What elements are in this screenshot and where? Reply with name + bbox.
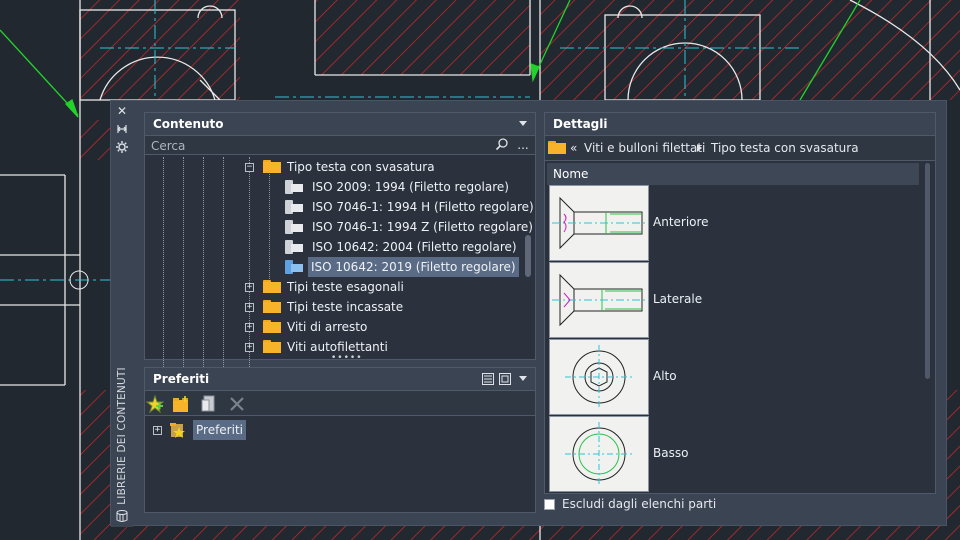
search-options-button[interactable]: ... — [513, 137, 533, 154]
folder-icon — [263, 300, 281, 313]
collapse-icon[interactable]: − — [245, 163, 254, 172]
bolt-icon — [285, 220, 303, 234]
expand-icon[interactable]: + — [245, 303, 254, 312]
icon-view-icon[interactable] — [499, 373, 511, 385]
breadcrumb-back[interactable]: « — [570, 136, 577, 160]
thumbnail-top — [549, 339, 649, 415]
details-panel: Dettagli « Viti e bulloni filettati Tipo… — [544, 112, 936, 494]
panel-splitter[interactable]: ••••• — [331, 354, 362, 363]
search-icon[interactable] — [492, 137, 512, 154]
auto-hide-icon[interactable] — [115, 122, 129, 136]
expand-icon[interactable]: + — [245, 323, 254, 332]
folder-icon — [263, 340, 281, 353]
search-bar: ... — [145, 135, 535, 155]
new-folder-icon[interactable] — [172, 395, 190, 413]
palette-title-bar[interactable]: ✕ LIBRERIE DEI CONTENUTI — [111, 101, 133, 527]
chevron-right-icon — [697, 144, 702, 152]
add-to-favorites-icon[interactable] — [146, 395, 164, 413]
favorites-panel: Preferiti + Preferiti — [144, 367, 536, 513]
folder-icon — [263, 280, 281, 293]
breadcrumb-item[interactable]: Viti e bulloni filettati — [584, 136, 705, 160]
exclude-checkbox[interactable] — [544, 499, 555, 510]
delete-icon[interactable] — [228, 395, 246, 413]
content-libraries-palette: ✕ LIBRERIE DEI CONTENUTI Contenuto ... — [110, 100, 947, 527]
view-item[interactable]: Basso — [549, 416, 929, 492]
folder-icon — [263, 160, 281, 173]
expand-icon[interactable]: + — [245, 283, 254, 292]
palette-title: LIBRERIE DEI CONTENUTI — [116, 367, 128, 505]
bolt-icon — [285, 180, 303, 194]
library-icon[interactable] — [115, 509, 129, 523]
view-item[interactable]: Laterale — [549, 262, 929, 338]
exclude-from-parts-list[interactable]: Escludi dagli elenchi parti — [544, 497, 844, 513]
content-tree: − Tipo testa con svasatura ISO 2009: 199… — [145, 157, 535, 369]
content-panel: Contenuto ... − Tipo testa con svasatura — [144, 112, 536, 369]
favorites-panel-title: Preferiti — [145, 368, 535, 390]
thumbnail-front — [549, 185, 649, 261]
details-panel-title: Dettagli — [545, 113, 935, 135]
close-icon[interactable]: ✕ — [115, 104, 129, 118]
bolt-icon — [285, 260, 303, 274]
bolt-icon — [285, 200, 303, 214]
search-input[interactable] — [151, 137, 491, 154]
view-item[interactable]: Anteriore — [549, 185, 929, 261]
thumbnail-bottom — [549, 416, 649, 492]
expand-icon[interactable]: + — [153, 426, 162, 435]
breadcrumb-item-current[interactable]: Tipo testa con svasatura — [711, 136, 859, 160]
favorites-folder-icon — [170, 423, 185, 438]
folder-icon — [263, 320, 281, 333]
expand-icon[interactable]: + — [245, 343, 254, 352]
thumbnail-side — [549, 262, 649, 338]
content-panel-title: Contenuto — [145, 113, 535, 135]
favorites-panel-menu-icon[interactable] — [519, 376, 527, 381]
view-item[interactable]: Alto — [549, 339, 929, 415]
folder-icon — [548, 141, 566, 154]
bolt-icon — [285, 240, 303, 254]
column-header-name[interactable]: Nome — [547, 163, 919, 185]
content-tree-scrollbar[interactable] — [525, 235, 531, 277]
favorites-toolbar — [145, 390, 535, 416]
list-view-icon[interactable] — [482, 373, 494, 385]
open-file-icon[interactable] — [200, 395, 218, 413]
properties-icon[interactable] — [115, 140, 129, 154]
breadcrumb: « Viti e bulloni filettati Tipo testa co… — [545, 135, 935, 161]
content-panel-menu-icon[interactable] — [519, 121, 527, 126]
